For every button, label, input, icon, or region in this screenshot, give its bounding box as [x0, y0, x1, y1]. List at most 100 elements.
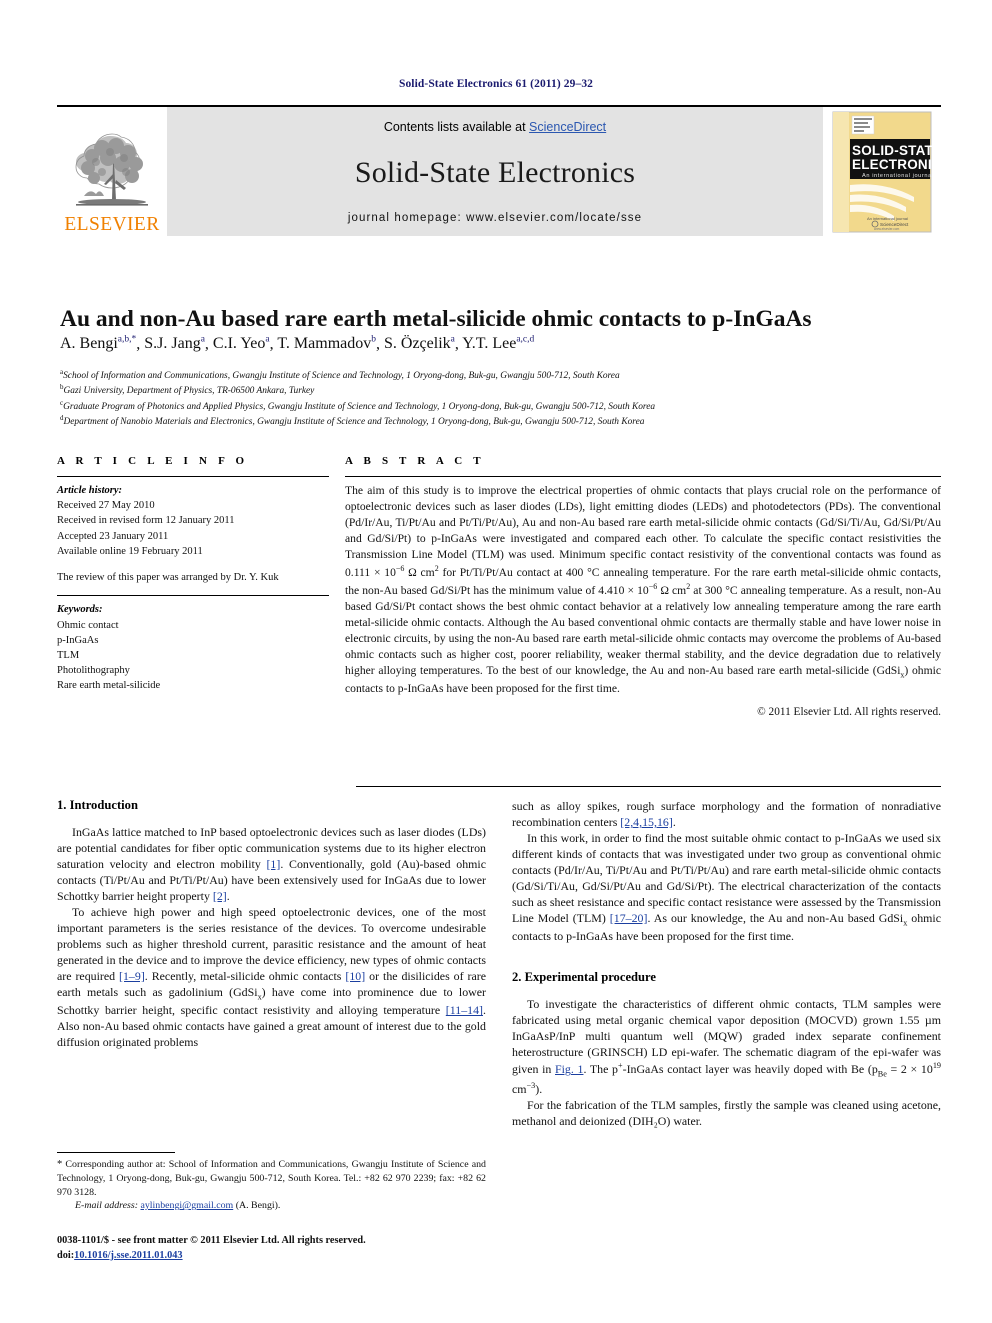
exponent: −6 — [648, 582, 658, 592]
running-head: Solid-State Electronics 61 (2011) 29–32 — [398, 78, 594, 90]
elsevier-logo: ELSEVIER — [57, 107, 167, 236]
affiliation-item: dDepartment of Nanobio Materials and Ele… — [60, 414, 940, 429]
paragraph: For the fabrication of the TLM samples, … — [512, 1097, 941, 1128]
citation-ref[interactable]: [2,4,15,16] — [620, 815, 673, 829]
author-affiliation-marker: a — [200, 335, 205, 345]
paragraph-part: . — [672, 815, 676, 829]
paragraph: In this work, in order to find the most … — [512, 830, 941, 944]
history-available-online: Available online 19 February 2011 — [57, 545, 203, 557]
sciencedirect-link[interactable]: ScienceDirect — [529, 120, 606, 134]
article-info-column: A R T I C L E I N F O Article history: R… — [57, 455, 329, 718]
keyword-item: Ohmic contact — [57, 619, 119, 631]
contents-prefix: Contents lists available at — [383, 120, 530, 134]
email-link[interactable]: aylinbengi@gmail.com — [140, 1200, 233, 1211]
svg-text:www.elsevier.com: www.elsevier.com — [874, 227, 900, 231]
doi-line: doi:10.1016/j.sse.2011.01.043 — [57, 1249, 527, 1264]
author-affiliation-marker: a — [450, 335, 455, 345]
citation-ref[interactable]: [11–14] — [446, 1003, 483, 1017]
superscript: 19 — [932, 1061, 941, 1071]
journal-homepage[interactable]: journal homepage: www.elsevier.com/locat… — [348, 212, 642, 224]
paragraph-part: cm — [512, 1081, 527, 1096]
affiliation-text: Department of Nanobio Materials and Elec… — [63, 417, 645, 428]
paragraph: such as alloy spikes, rough surface morp… — [512, 798, 941, 830]
affiliation-text: Graduate Program of Photonics and Applie… — [63, 402, 656, 413]
elsevier-wordmark: ELSEVIER — [64, 213, 160, 235]
journal-masthead: ELSEVIER Contents lists available at Sci… — [57, 105, 941, 236]
affiliation-item: cGraduate Program of Photonics and Appli… — [60, 399, 940, 414]
paragraph-part: . As our knowledge, the Au and non-Au ba… — [647, 911, 904, 925]
paragraph-part: . — [226, 889, 230, 903]
divider — [57, 595, 329, 597]
affiliation-text: School of Information and Communications… — [63, 371, 620, 382]
citation-ref[interactable]: [10] — [345, 969, 365, 983]
paragraph-part: . The p — [583, 1062, 618, 1077]
abstract-column: A B S T R A C T The aim of this study is… — [329, 455, 941, 718]
keywords-label: Keywords: — [57, 604, 103, 616]
page-title: Au and non-Au based rare earth metal-sil… — [60, 305, 812, 332]
author: A. Bengia,b,* — [60, 335, 137, 353]
section-heading-introduction: 1. Introduction — [57, 798, 138, 812]
info-abstract-block: A R T I C L E I N F O Article history: R… — [57, 455, 941, 718]
email-line: E-mail address: aylinbengi@gmail.com (A.… — [57, 1199, 486, 1212]
citation-ref[interactable]: [1–9] — [119, 969, 145, 983]
paper-page: Solid-State Electronics 61 (2011) 29–32 — [0, 0, 992, 1323]
citation-ref[interactable]: [2] — [213, 889, 227, 903]
journal-banner: Contents lists available at ScienceDirec… — [167, 107, 823, 236]
journal-title: Solid-State Electronics — [354, 156, 636, 189]
history-revised: Received in revised form 12 January 2011 — [57, 515, 235, 527]
corresponding-author-footnote: * Corresponding author at: School of Inf… — [57, 1152, 486, 1213]
author: T. Mammadovb — [277, 335, 376, 353]
keyword-item: TLM — [57, 649, 80, 661]
footnote-part: Corresponding author at: School of Infor… — [57, 1159, 486, 1198]
author-affiliation-marker: a,c,d — [516, 335, 535, 345]
paragraph-part: such as alloy spikes, rough surface morp… — [512, 799, 941, 829]
section-heading-experimental: 2. Experimental procedure — [512, 970, 656, 985]
paragraph-part: = 2 × 10 — [886, 1062, 933, 1077]
affiliation-item: bGazi University, Department of Physics,… — [60, 383, 940, 398]
author-affiliation-marker: a — [265, 335, 270, 345]
author-affiliation-marker: b — [371, 335, 376, 345]
issn-doi-block: 0038-1101/$ - see front matter © 2011 El… — [57, 1234, 527, 1263]
history-received: Received 27 May 2010 — [57, 500, 155, 512]
svg-text:SOLID-STATE: SOLID-STATE — [852, 143, 932, 158]
keyword-item: Rare earth metal-silicide — [57, 680, 161, 692]
citation-ref[interactable]: [1] — [266, 857, 280, 871]
cover-image-icon: SOLID-STATE ELECTRONICS An international… — [832, 111, 932, 232]
article-info-heading: A R T I C L E I N F O — [57, 455, 249, 467]
abstract-heading: A B S T R A C T — [345, 455, 485, 467]
paragraph: To achieve high power and high speed opt… — [57, 904, 486, 1050]
citation-ref[interactable]: [17–20] — [610, 911, 648, 925]
author-affiliation-marker: a,b,* — [117, 335, 137, 345]
paragraph-part: . Recently, metal-silicide ohmic contact… — [144, 969, 346, 983]
divider — [57, 476, 329, 477]
paragraph: InGaAs lattice matched to InP based opto… — [57, 824, 486, 904]
affiliation-text: Gazi University, Department of Physics, … — [63, 386, 315, 397]
corresponding-author-text: * Corresponding author at: School of Inf… — [57, 1158, 486, 1199]
doi-link[interactable]: 10.1016/j.sse.2011.01.043 — [74, 1250, 182, 1261]
author: C.I. Yeoa — [212, 335, 270, 353]
email-suffix: (A. Bengi). — [233, 1200, 281, 1212]
history-accepted: Accepted 23 January 2011 — [57, 530, 169, 542]
author: Y.T. Leea,c,d — [462, 335, 535, 353]
abstract-text: The aim of this study is to improve the … — [345, 483, 941, 697]
abstract-part: Ω cm — [404, 566, 435, 580]
figure-ref[interactable]: Fig. 1 — [555, 1062, 583, 1076]
svg-text:ELECTRONICS: ELECTRONICS — [852, 157, 932, 172]
keyword-item: Photolithography — [57, 665, 130, 677]
svg-text:An international journal: An international journal — [862, 173, 932, 179]
body-column-right: such as alloy spikes, rough surface morp… — [512, 798, 941, 1129]
svg-text:An international journal: An international journal — [867, 216, 908, 221]
keyword-item: p-InGaAs — [57, 634, 99, 646]
copyright-line: © 2011 Elsevier Ltd. All rights reserved… — [757, 705, 941, 718]
abstract-part: Ω cm — [657, 584, 687, 597]
journal-cover-thumbnail: SOLID-STATE ELECTRONICS An international… — [823, 107, 941, 236]
doi-prefix: doi: — [57, 1249, 75, 1261]
divider — [345, 476, 941, 477]
article-history-label: Article history: — [57, 485, 123, 496]
affiliation-list: aSchool of Information and Communication… — [60, 368, 940, 430]
author-list: A. Bengia,b,*, S.J. Janga, C.I. Yeoa, T.… — [60, 335, 535, 353]
affiliation-item: aSchool of Information and Communication… — [60, 368, 940, 383]
email-label: E-mail address: — [75, 1200, 138, 1212]
body-columns: 1. Introduction InGaAs lattice matched t… — [57, 798, 941, 1129]
